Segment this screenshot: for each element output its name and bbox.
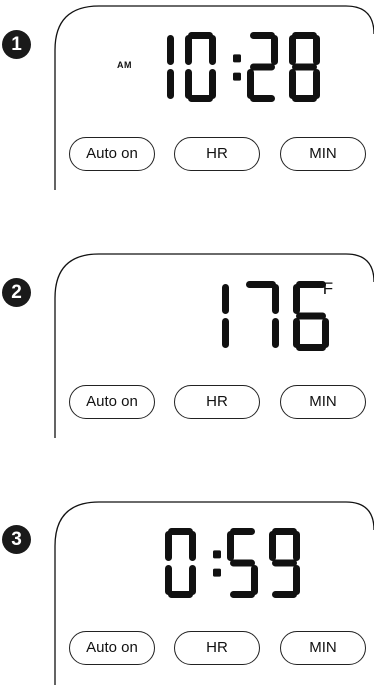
lcd-display-3: [165, 528, 300, 598]
segment-e: [165, 565, 172, 595]
segment-f: [165, 531, 172, 561]
segment-g: [230, 559, 255, 567]
min-button[interactable]: MIN: [280, 631, 366, 665]
lcd-digits: [165, 528, 300, 598]
lcd-digit-0: [165, 528, 196, 598]
lcd-digit-9: [269, 528, 300, 598]
segment-g: [272, 559, 297, 567]
colon-dot-bottom: [213, 568, 221, 577]
segment-f: [227, 531, 234, 561]
segment-c: [189, 565, 196, 595]
segment-c: [251, 565, 258, 595]
lcd-digit-5: [227, 528, 258, 598]
segment-c: [293, 565, 300, 595]
segment-f: [269, 531, 276, 561]
colon-dot-top: [213, 550, 221, 559]
segment-b: [189, 531, 196, 561]
segment-b: [293, 531, 300, 561]
auto-on-button[interactable]: Auto on: [69, 631, 155, 665]
hr-button[interactable]: HR: [174, 631, 260, 665]
